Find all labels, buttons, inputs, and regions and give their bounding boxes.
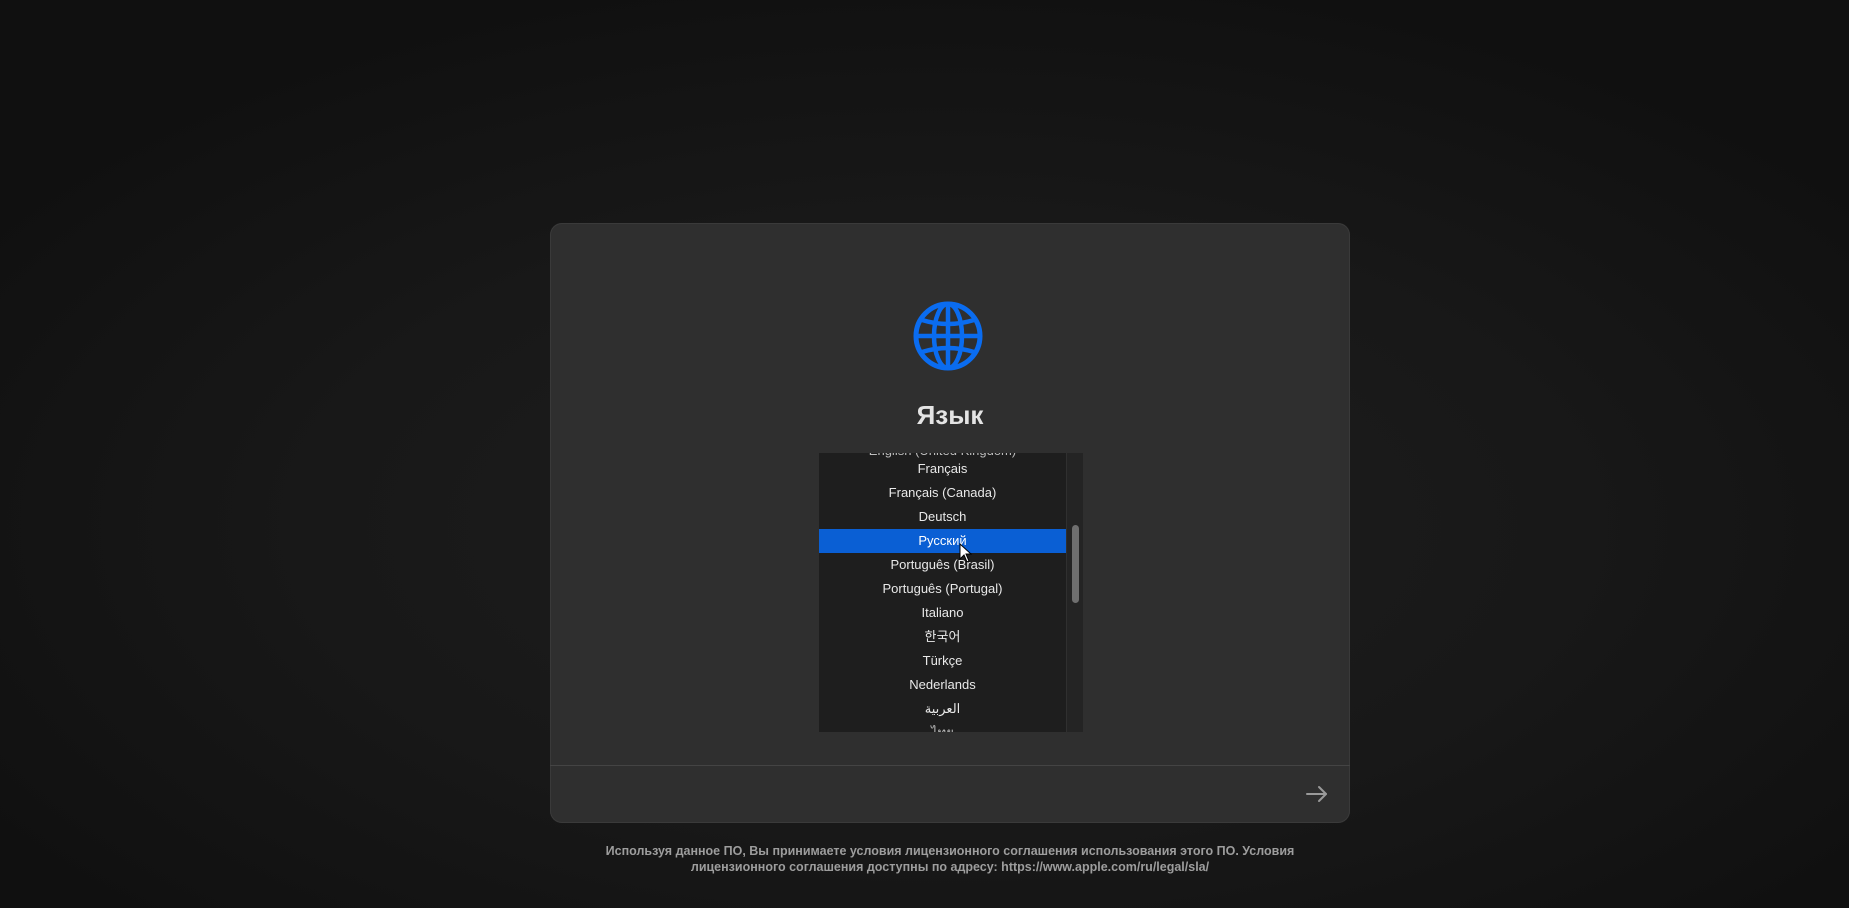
language-dialog: Язык English (United Kingdom) Français F… xyxy=(550,223,1350,823)
list-item[interactable]: Nederlands xyxy=(819,673,1066,697)
page-title: Язык xyxy=(916,400,984,430)
license-notice: Используя данное ПО, Вы принимаете услов… xyxy=(530,843,1370,875)
scrollbar-thumb[interactable] xyxy=(1072,525,1079,603)
list-item[interactable]: Português (Portugal) xyxy=(819,577,1066,601)
list-item[interactable]: ไทย xyxy=(819,721,1066,732)
list-item[interactable]: Português (Brasil) xyxy=(819,553,1066,577)
footer-divider xyxy=(550,765,1350,766)
list-item[interactable]: Français (Canada) xyxy=(819,481,1066,505)
list-item[interactable]: Deutsch xyxy=(819,505,1066,529)
license-line-1: Используя данное ПО, Вы принимаете услов… xyxy=(605,844,1295,858)
license-line-2: лицензионного соглашения доступны по адр… xyxy=(690,860,1210,874)
mouse-pointer-icon xyxy=(959,543,973,563)
globe-icon xyxy=(913,301,983,371)
list-item[interactable]: Français xyxy=(819,457,1066,481)
list-item[interactable]: Türkçe xyxy=(819,649,1066,673)
language-list[interactable]: English (United Kingdom) Français França… xyxy=(819,453,1083,732)
list-scrollbar[interactable] xyxy=(1066,453,1083,732)
list-item[interactable]: Italiano xyxy=(819,601,1066,625)
list-item-selected[interactable]: Русский xyxy=(819,529,1066,553)
list-item[interactable]: 한국어 xyxy=(819,625,1066,649)
next-button[interactable] xyxy=(1302,779,1332,809)
list-item[interactable]: العربية xyxy=(819,697,1066,721)
arrow-right-icon xyxy=(1306,786,1327,802)
